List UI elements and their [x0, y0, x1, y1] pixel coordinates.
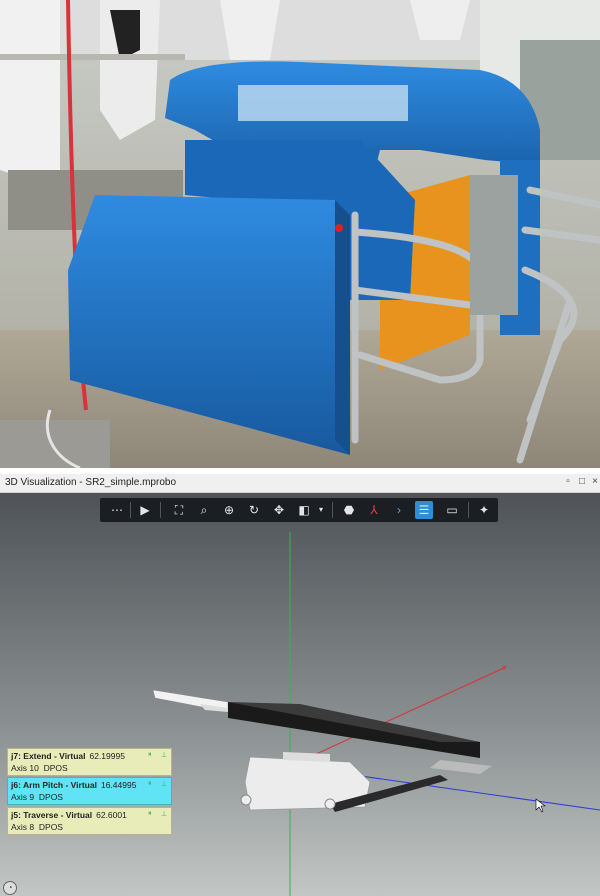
pin-icon[interactable]: ⏸ — [148, 751, 152, 759]
axis-value: 62.6001 — [96, 810, 127, 820]
axis-card-j5[interactable]: j5: Traverse - Virtual 62.6001 ⏸ ⊥ Axis 8… — [7, 807, 172, 835]
pin-icon[interactable]: ▫ — [561, 475, 575, 489]
axis-name: j6: Arm Pitch - Virtual — [11, 780, 97, 790]
axis-card-j6[interactable]: j6: Arm Pitch - Virtual 16.44995 ⏸ ⊥ Axis… — [7, 777, 172, 805]
axis-number: Axis 9 — [11, 792, 35, 802]
axis-name: j5: Traverse - Virtual — [11, 810, 93, 820]
axis-value: 62.19995 — [89, 751, 125, 761]
axis-number: Axis 10 — [11, 763, 39, 773]
x-axis-label: x — [502, 663, 506, 672]
pushpin-icon[interactable]: ⊥ — [161, 751, 167, 759]
mouse-cursor-icon — [535, 798, 546, 813]
status-icon[interactable]: ◔ — [3, 881, 17, 895]
axis-value: 16.44995 — [100, 780, 137, 790]
window-titlebar: 3D Visualization - SR2_simple.mprobo ▫ □… — [0, 474, 600, 493]
axis-mode: DPOS — [38, 792, 63, 802]
close-icon[interactable]: × — [588, 475, 600, 489]
visualization-window: 3D Visualization - SR2_simple.mprobo ▫ □… — [0, 474, 600, 896]
maximize-icon[interactable]: □ — [575, 475, 589, 489]
axis-number: Axis 8 — [11, 822, 35, 832]
3d-scene[interactable]: x — [0, 492, 600, 896]
pin-icon[interactable]: ⏸ — [148, 810, 152, 818]
axis-mode: DPOS — [43, 763, 68, 773]
axis-name: j7: Extend - Virtual — [11, 751, 86, 761]
pin-icon[interactable]: ⏸ — [148, 780, 152, 788]
pushpin-icon[interactable]: ⊥ — [161, 810, 167, 818]
milking-robot-photo — [0, 0, 600, 468]
window-title: 3D Visualization - SR2_simple.mprobo — [5, 477, 177, 488]
axis-card-j7[interactable]: j7: Extend - Virtual 62.19995 ⏸ ⊥ Axis 10… — [7, 748, 172, 776]
pushpin-icon[interactable]: ⊥ — [161, 780, 167, 788]
axis-mode: DPOS — [38, 822, 63, 832]
arm-beam — [228, 702, 480, 758]
